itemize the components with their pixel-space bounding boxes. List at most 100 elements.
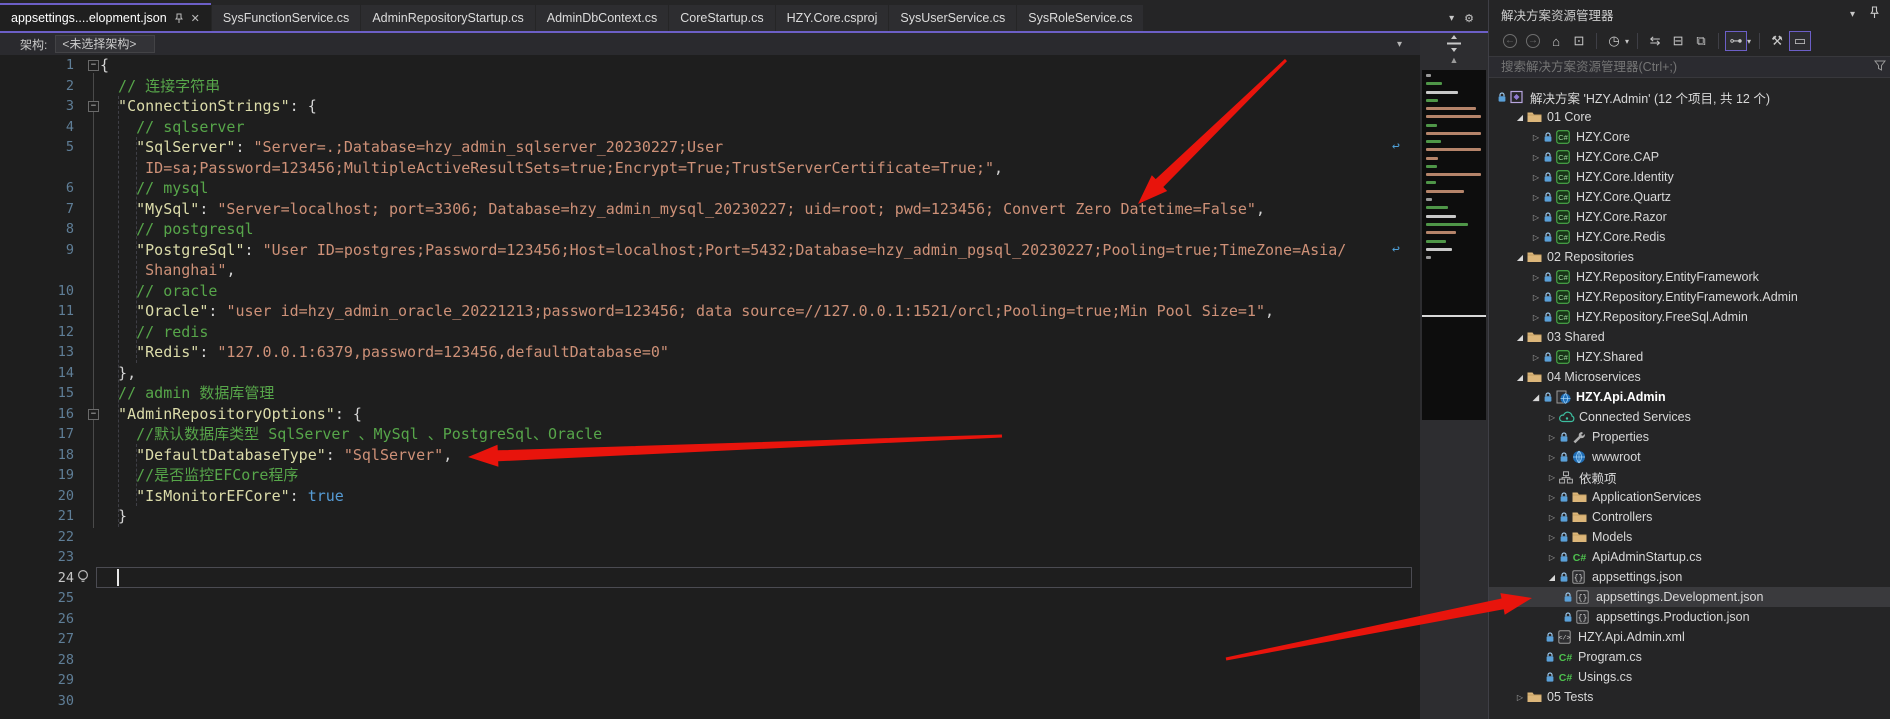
code-line[interactable]: 16− "AdminRepositoryOptions": { [0, 404, 1420, 425]
tree-item[interactable]: ◢02 Repositories [1489, 247, 1890, 267]
chevron-collapsed-icon[interactable]: ▷ [1545, 453, 1559, 462]
code-line[interactable]: 21 } [0, 506, 1420, 527]
code-line[interactable]: 1−{ [0, 55, 1420, 76]
editor-split-handle[interactable] [1420, 35, 1488, 53]
chevron-expanded-icon[interactable]: ◢ [1529, 393, 1543, 402]
tree-item[interactable]: ◢01 Core [1489, 107, 1890, 127]
tree-item[interactable]: C#Usings.cs [1489, 667, 1890, 687]
chevron-collapsed-icon[interactable]: ▷ [1529, 353, 1543, 362]
tree-item[interactable]: ◢HZY.Api.Admin [1489, 387, 1890, 407]
chevron-collapsed-icon[interactable]: ▷ [1545, 493, 1559, 502]
chevron-collapsed-icon[interactable]: ▷ [1529, 173, 1543, 182]
sync-with-active-document-button[interactable]: ⊶ [1725, 31, 1747, 51]
document-tab[interactable]: SysFunctionService.cs [212, 5, 360, 31]
tree-item[interactable]: ▷Properties [1489, 427, 1890, 447]
code-line[interactable]: 12 // redis [0, 322, 1420, 343]
chevron-collapsed-icon[interactable]: ▷ [1529, 293, 1543, 302]
code-line[interactable]: 19 //是否监控EFCore程序 [0, 465, 1420, 486]
document-tab[interactable]: CoreStartup.cs [669, 5, 774, 31]
code-line[interactable]: 20 "IsMonitorEFCore": true [0, 486, 1420, 507]
document-tab[interactable]: AdminRepositoryStartup.cs [361, 5, 534, 31]
code-line[interactable]: 28 [0, 650, 1420, 671]
chevron-collapsed-icon[interactable]: ▷ [1545, 473, 1559, 482]
code-line[interactable]: 15 // admin 数据库管理 [0, 383, 1420, 404]
tree-item[interactable]: ▷Controllers [1489, 507, 1890, 527]
tree-item[interactable]: ▷C#HZY.Core.Razor [1489, 207, 1890, 227]
tree-item[interactable]: ▷C#HZY.Repository.EntityFramework.Admin [1489, 287, 1890, 307]
properties-button[interactable]: ⚒ [1766, 31, 1788, 51]
chevron-collapsed-icon[interactable]: ▷ [1545, 553, 1559, 562]
chevron-collapsed-icon[interactable]: ▷ [1529, 313, 1543, 322]
tree-item[interactable]: ▷C#HZY.Repository.EntityFramework [1489, 267, 1890, 287]
chevron-collapsed-icon[interactable]: ▷ [1529, 193, 1543, 202]
back-button[interactable]: ← [1499, 31, 1521, 51]
tree-item[interactable]: ▷Connected Services [1489, 407, 1890, 427]
fold-collapse-box[interactable]: − [88, 101, 99, 112]
code-line[interactable]: 8 // postgresql [0, 219, 1420, 240]
tree-item[interactable]: ▷依赖项 [1489, 467, 1890, 487]
minimap[interactable] [1422, 70, 1486, 420]
chevron-collapsed-icon[interactable]: ▷ [1513, 693, 1527, 702]
tree-item[interactable]: C#Program.cs [1489, 647, 1890, 667]
chevron-collapsed-icon[interactable]: ▷ [1529, 273, 1543, 282]
code-line[interactable]: 7 "MySql": "Server=localhost; port=3306;… [0, 199, 1420, 220]
tree-item[interactable]: ▷C#HZY.Core [1489, 127, 1890, 147]
architecture-selector[interactable]: <未选择架构> [55, 35, 155, 53]
pin-icon[interactable] [1869, 6, 1880, 22]
search-input[interactable] [1489, 60, 1874, 74]
chevron-expanded-icon[interactable]: ◢ [1513, 333, 1527, 342]
code-editor[interactable]: 1−{2 // 连接字符串3− "ConnectionStrings": {4 … [0, 55, 1420, 719]
preview-code-button[interactable]: ▭ [1789, 31, 1811, 51]
home-button[interactable]: ⌂ [1545, 31, 1567, 51]
collapse-all-button[interactable]: ⊟ [1667, 31, 1689, 51]
chevron-expanded-icon[interactable]: ◢ [1513, 253, 1527, 262]
minimap-scrollbar-column[interactable]: ▲ [1420, 33, 1488, 719]
tree-item[interactable]: </>HZY.Api.Admin.xml [1489, 627, 1890, 647]
code-line[interactable]: 23 [0, 547, 1420, 568]
tree-item[interactable]: ▷C#HZY.Repository.FreeSql.Admin [1489, 307, 1890, 327]
code-line[interactable]: 10 // oracle [0, 281, 1420, 302]
tree-item[interactable]: ▷C#HZY.Core.Redis [1489, 227, 1890, 247]
tree-item[interactable]: ▷ApplicationServices [1489, 487, 1890, 507]
tree-item[interactable]: ▷05 Tests [1489, 687, 1890, 707]
code-line[interactable]: 13 "Redis": "127.0.0.1:6379,password=123… [0, 342, 1420, 363]
code-line[interactable]: 14 }, [0, 363, 1420, 384]
scroll-up-arrow-icon[interactable]: ▲ [1420, 55, 1488, 65]
code-line[interactable]: 3− "ConnectionStrings": { [0, 96, 1420, 117]
chevron-collapsed-icon[interactable]: ▷ [1529, 213, 1543, 222]
code-line[interactable]: 2 // 连接字符串 [0, 76, 1420, 97]
switch-views-button[interactable]: ⊡ [1568, 31, 1590, 51]
chevron-collapsed-icon[interactable]: ▷ [1545, 533, 1559, 542]
lightbulb-icon[interactable] [76, 569, 90, 589]
chevron-collapsed-icon[interactable]: ▷ [1545, 433, 1559, 442]
tree-item[interactable]: ▷wwwroot [1489, 447, 1890, 467]
tree-item[interactable]: ▷C#HZY.Core.Identity [1489, 167, 1890, 187]
code-line[interactable]: 18 "DefaultDatabaseType": "SqlServer", [0, 445, 1420, 466]
tree-item[interactable]: ◢03 Shared [1489, 327, 1890, 347]
tree-item[interactable]: ◢{}appsettings.json [1489, 567, 1890, 587]
filter-funnel-icon[interactable] [1874, 58, 1886, 76]
chevron-down-icon[interactable]: ▾ [1397, 39, 1402, 50]
tree-item[interactable]: ▷C#HZY.Core.Quartz [1489, 187, 1890, 207]
code-line[interactable]: 29 [0, 670, 1420, 691]
chevron-collapsed-icon[interactable]: ▷ [1529, 233, 1543, 242]
chevron-down-icon[interactable]: ▾ [1850, 9, 1855, 20]
tree-item[interactable]: 解决方案 'HZY.Admin' (12 个项目, 共 12 个) [1489, 87, 1890, 107]
code-line[interactable]: 11 "Oracle": "user id=hzy_admin_oracle_2… [0, 301, 1420, 322]
pending-changes-filter-button[interactable]: ◷ [1603, 31, 1625, 51]
code-line[interactable]: 25 [0, 588, 1420, 609]
tree-item[interactable]: {}appsettings.Production.json [1489, 607, 1890, 627]
code-line[interactable]: ID=sa;Password=123456;MultipleActiveResu… [0, 158, 1420, 179]
show-all-files-button[interactable]: ⧉ [1690, 31, 1712, 51]
code-line[interactable]: 30 [0, 691, 1420, 712]
document-tab[interactable]: SysRoleService.cs [1017, 5, 1143, 31]
fold-collapse-box[interactable]: − [88, 60, 99, 71]
fold-collapse-box[interactable]: − [88, 409, 99, 420]
pin-icon[interactable] [174, 13, 184, 24]
document-tab[interactable]: HZY.Core.csproj [776, 5, 889, 31]
chevron-collapsed-icon[interactable]: ▷ [1529, 153, 1543, 162]
chevron-collapsed-icon[interactable]: ▷ [1545, 513, 1559, 522]
code-line[interactable]: 6 // mysql [0, 178, 1420, 199]
chevron-down-icon[interactable]: ▾ [1449, 13, 1454, 24]
code-line[interactable]: 26 [0, 609, 1420, 630]
